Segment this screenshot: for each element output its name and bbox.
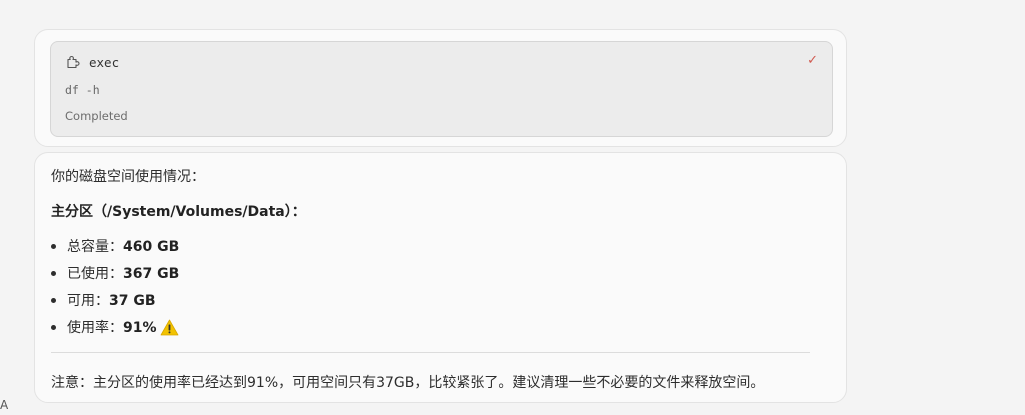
partition-heading: 主分区（/System/Volumes/Data）： [51,204,306,220]
stat-label: 总容量： [67,238,123,255]
list-item: 可用： 37 GB [51,287,179,314]
tool-name: exec [89,54,120,70]
check-icon: ✓ [807,53,818,68]
list-item: 总容量： 460 GB [51,233,179,260]
list-item: 使用率： 91% [51,314,179,341]
stat-value: 37 GB [109,292,156,309]
bullet-dot [51,271,56,276]
tool-status: Completed [65,109,128,123]
bullet-dot [51,325,56,330]
stat-label: 使用率： [67,319,123,336]
puzzle-icon [65,54,81,70]
bullet-dot [51,244,56,249]
assistant-message: 你的磁盘空间使用情况： 主分区（/System/Volumes/Data）： 总… [34,152,847,403]
stat-label: 可用： [67,292,109,309]
disk-stats-list: 总容量： 460 GB 已使用： 367 GB 可用： 37 GB 使用率： 9… [51,233,179,341]
stat-value: 460 GB [123,238,180,255]
divider [51,352,810,353]
message-intro: 你的磁盘空间使用情况： [51,169,205,185]
tool-command: df -h [65,83,100,97]
message-note: 注意：主分区的使用率已经达到91%，可用空间只有37GB，比较紧张了。建议清理一… [51,375,765,391]
edge-glyph: A [0,398,9,412]
stat-value: 91% [123,319,157,336]
chat-page: exec ✓ df -h Completed 你的磁盘空间使用情况： 主分区（/… [0,0,1025,415]
stat-value: 367 GB [123,265,180,282]
warning-icon [160,319,179,336]
tool-call-card: exec ✓ df -h Completed [34,29,847,147]
tool-call-header: exec [65,54,119,70]
tool-call-panel[interactable]: exec ✓ df -h Completed [50,41,833,137]
stat-label: 已使用： [67,265,123,282]
list-item: 已使用： 367 GB [51,260,179,287]
bullet-dot [51,298,56,303]
